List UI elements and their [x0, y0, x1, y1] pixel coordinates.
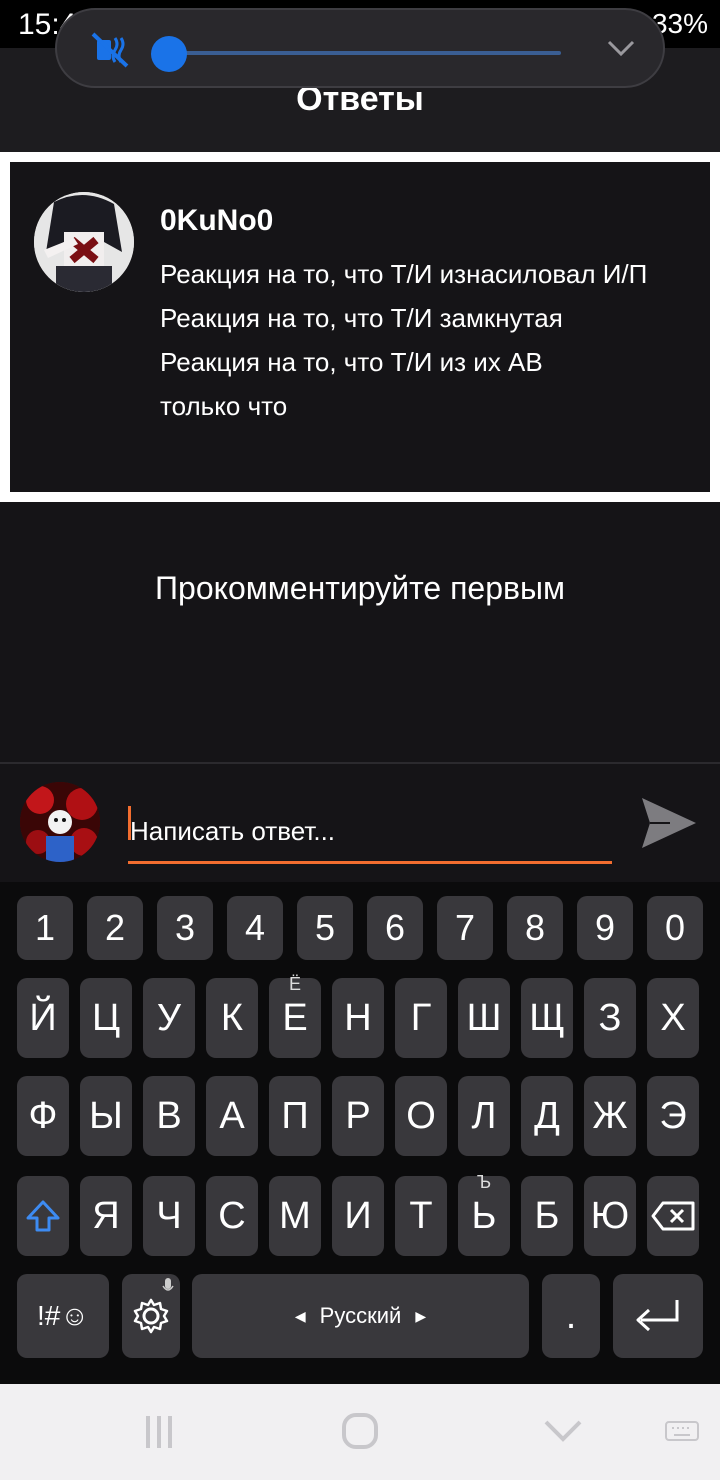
- key-letter[interactable]: З: [584, 978, 636, 1058]
- avatar-image: [34, 192, 134, 292]
- volume-track[interactable]: [169, 51, 561, 55]
- comments-area: Прокомментируйте первым: [0, 502, 720, 762]
- keyboard-icon[interactable]: [660, 1410, 704, 1454]
- keyboard: 1 2 3 4 5 6 7 8 9 0 Й Ц У К Ё Е Н Г Ш Щ …: [0, 882, 720, 1384]
- volume-slider-knob[interactable]: [151, 36, 187, 72]
- key-letter[interactable]: Т: [395, 1176, 447, 1256]
- key-letter[interactable]: Ф: [17, 1076, 69, 1156]
- user-avatar[interactable]: [20, 782, 100, 862]
- gear-icon: [133, 1298, 169, 1334]
- key-letter[interactable]: Ч: [143, 1176, 195, 1256]
- key-label: Ь: [471, 1194, 497, 1237]
- key-letter[interactable]: Р: [332, 1076, 384, 1156]
- key-5[interactable]: 5: [297, 896, 353, 960]
- send-button[interactable]: [640, 796, 698, 850]
- mute-vibrate-icon[interactable]: [91, 32, 131, 68]
- key-letter[interactable]: Ж: [584, 1076, 636, 1156]
- reply-bar: [0, 762, 720, 882]
- post-card: 0KuNo0 Реакция на то, что Т/И изнасилова…: [10, 162, 710, 492]
- key-hint: Ё: [288, 974, 301, 994]
- post-frame: 0KuNo0 Реакция на то, что Т/И изнасилова…: [0, 152, 720, 502]
- key-letter[interactable]: Х: [647, 978, 699, 1058]
- recent-apps-button[interactable]: [134, 1410, 184, 1454]
- post-line: Реакция на то, что Т/И замкнутая: [160, 303, 563, 333]
- key-0[interactable]: 0: [647, 896, 703, 960]
- author-avatar[interactable]: [34, 192, 134, 292]
- keyboard-language: Русский: [319, 1303, 402, 1328]
- key-6[interactable]: 6: [367, 896, 423, 960]
- key-letter[interactable]: И: [332, 1176, 384, 1256]
- text-caret: [128, 806, 131, 840]
- key-letter[interactable]: Л: [458, 1076, 510, 1156]
- key-letter[interactable]: В: [143, 1076, 195, 1156]
- chevron-down-icon[interactable]: [607, 38, 635, 58]
- key-letter[interactable]: Ы: [80, 1076, 132, 1156]
- post-timestamp: только что: [160, 391, 288, 421]
- enter-icon: [636, 1300, 679, 1332]
- key-letter[interactable]: Я: [80, 1176, 132, 1256]
- mic-icon: [162, 1278, 174, 1291]
- key-letter[interactable]: С: [206, 1176, 258, 1256]
- key-letter[interactable]: М: [269, 1176, 321, 1256]
- key-letter[interactable]: Щ: [521, 978, 573, 1058]
- chevron-right-icon: ▶: [415, 1307, 427, 1324]
- key-letter-soft[interactable]: Ъ Ь: [458, 1172, 510, 1256]
- key-letter[interactable]: Б: [521, 1176, 573, 1256]
- key-letter[interactable]: Ш: [458, 978, 510, 1058]
- volume-panel[interactable]: [55, 8, 665, 88]
- key-letter-e[interactable]: Ё Е: [269, 974, 321, 1058]
- key-letter[interactable]: Й: [17, 978, 69, 1058]
- key-8[interactable]: 8: [507, 896, 563, 960]
- key-label: Е: [282, 996, 308, 1039]
- key-letter[interactable]: К: [206, 978, 258, 1058]
- key-letter[interactable]: А: [206, 1076, 258, 1156]
- space-key[interactable]: ◀ Русский ▶: [192, 1274, 529, 1358]
- post-body: Реакция на то, что Т/И изнасиловал И/П Р…: [160, 252, 690, 428]
- period-key[interactable]: .: [542, 1274, 600, 1358]
- shift-icon: [26, 1200, 60, 1232]
- key-letter[interactable]: Г: [395, 978, 447, 1058]
- key-letter[interactable]: П: [269, 1076, 321, 1156]
- back-button[interactable]: [538, 1410, 588, 1454]
- post-line: Реакция на то, что Т/И из их АВ: [160, 347, 543, 377]
- key-letter[interactable]: Ю: [584, 1176, 636, 1256]
- key-letter[interactable]: Н: [332, 978, 384, 1058]
- backspace-icon: [651, 1201, 695, 1231]
- navigation-bar: [0, 1384, 720, 1480]
- key-3[interactable]: 3: [157, 896, 213, 960]
- key-4[interactable]: 4: [227, 896, 283, 960]
- backspace-key[interactable]: [647, 1176, 699, 1256]
- key-7[interactable]: 7: [437, 896, 493, 960]
- home-button[interactable]: [335, 1410, 385, 1454]
- user-avatar-image: [20, 782, 100, 862]
- settings-key[interactable]: [122, 1274, 180, 1358]
- author-name[interactable]: 0KuNo0: [160, 204, 273, 238]
- key-9[interactable]: 9: [577, 896, 633, 960]
- key-hint: Ъ: [476, 1172, 492, 1192]
- reply-input[interactable]: [128, 802, 612, 864]
- chevron-left-icon: ◀: [294, 1307, 306, 1324]
- key-letter[interactable]: У: [143, 978, 195, 1058]
- space-label: ◀ Русский ▶: [295, 1303, 426, 1329]
- key-letter[interactable]: Э: [647, 1076, 699, 1156]
- key-1[interactable]: 1: [17, 896, 73, 960]
- shift-key[interactable]: [17, 1176, 69, 1256]
- enter-key[interactable]: [613, 1274, 703, 1358]
- post-line: Реакция на то, что Т/И изнасиловал И/П: [160, 259, 648, 289]
- key-2[interactable]: 2: [87, 896, 143, 960]
- symbols-key[interactable]: !#☺: [17, 1274, 109, 1358]
- key-letter[interactable]: Ц: [80, 978, 132, 1058]
- empty-comments-text: Прокомментируйте первым: [155, 570, 565, 606]
- key-letter[interactable]: Д: [521, 1076, 573, 1156]
- key-letter[interactable]: О: [395, 1076, 447, 1156]
